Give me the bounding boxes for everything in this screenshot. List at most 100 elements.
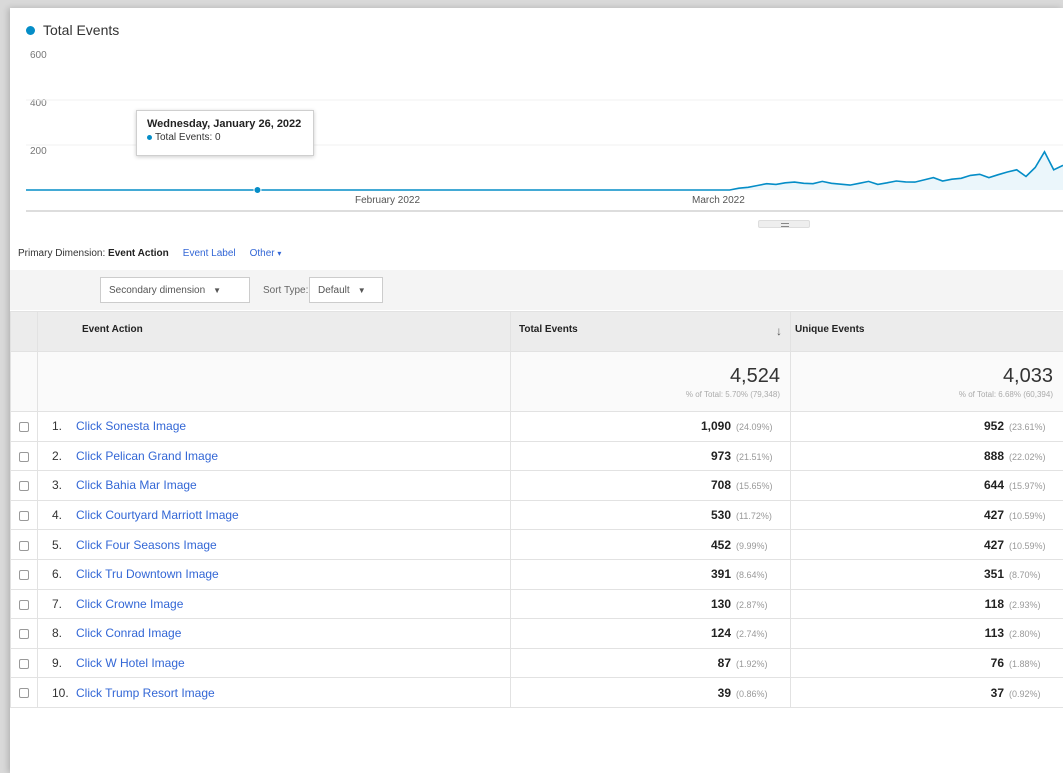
event-action-cell: 5. Click Four Seasons Image	[37, 529, 511, 560]
row-checkbox[interactable]	[19, 629, 29, 640]
column-header-total-events[interactable]: Total Events ↓	[510, 311, 791, 352]
series-area	[26, 151, 1063, 190]
unique-events-cell: 952 (23.61%)	[790, 411, 1063, 442]
total-events-cell: 391 (8.64%)	[510, 558, 791, 590]
column-header-unique-events[interactable]: Unique Events	[790, 311, 1063, 352]
unique-events-cell: 351 (8.70%)	[790, 558, 1063, 590]
table-row: 8. Click Conrad Image 124 (2.74%) 113 (2.80%)	[10, 618, 1063, 649]
sort-type-label: Sort Type:	[263, 285, 309, 296]
total-events-cell: 130 (2.87%)	[510, 588, 791, 620]
column-header-event-action[interactable]: Event Action	[37, 311, 511, 352]
dimension-event-action[interactable]: Event Action	[108, 248, 169, 259]
primary-dimension-bar: Primary Dimension: Event Action Event La…	[18, 248, 281, 259]
total-events-cell: 530 (11.72%)	[510, 499, 791, 531]
unique-events-value: 118	[984, 596, 1004, 611]
x-tick-label: February 2022	[355, 195, 421, 206]
total-events-cell: 973 (21.51%)	[510, 440, 791, 472]
unique-events-percent: (2.80%)	[1009, 629, 1041, 640]
row-checkbox[interactable]	[19, 510, 29, 521]
event-action-cell: 8. Click Conrad Image	[37, 618, 511, 649]
row-checkbox-cell[interactable]	[10, 529, 38, 560]
unique-events-cell: 118 (2.93%)	[790, 588, 1063, 620]
row-checkbox-cell[interactable]	[10, 558, 38, 590]
row-checkbox[interactable]	[19, 570, 29, 581]
row-checkbox-cell[interactable]	[10, 499, 38, 531]
unique-events-value: 427	[983, 537, 1004, 552]
row-rank: 2.	[52, 448, 63, 463]
unique-events-value: 351	[983, 567, 1004, 582]
row-checkbox[interactable]	[19, 540, 29, 551]
event-action-link[interactable]: Click Four Seasons Image	[76, 538, 217, 552]
unique-events-percent: (10.59%)	[1009, 540, 1046, 551]
row-rank: 5.	[52, 537, 63, 552]
report-page: Total Events 600 400 200 February 2022 M…	[10, 8, 1063, 773]
row-checkbox-cell[interactable]	[10, 440, 38, 472]
secondary-dimension-dropdown[interactable]: Secondary dimension ▼	[100, 277, 250, 303]
unique-events-percent: (23.61%)	[1009, 422, 1046, 433]
total-events-summary: 4,524 % of Total: 5.70% (79,348)	[510, 351, 791, 412]
total-events-cell: 708 (15.65%)	[510, 470, 791, 501]
row-checkbox[interactable]	[19, 422, 29, 433]
unique-events-percent: (8.70%)	[1009, 570, 1041, 581]
event-action-link[interactable]: Click Pelican Grand Image	[76, 449, 218, 463]
sort-type-dropdown[interactable]: Default ▼	[309, 277, 383, 303]
timeline-chart: Total Events 600 400 200 February 2022 M…	[10, 8, 1063, 258]
tooltip-value: Total Events: 0	[155, 132, 221, 143]
event-action-link[interactable]: Click Conrad Image	[76, 626, 181, 640]
total-events-percent: (8.64%)	[736, 570, 768, 581]
event-action-link[interactable]: Click Courtyard Marriott Image	[76, 508, 239, 522]
row-checkbox[interactable]	[19, 599, 29, 610]
row-checkbox[interactable]	[19, 481, 29, 492]
total-events-cell: 1,090 (24.09%)	[510, 411, 791, 442]
row-checkbox-cell[interactable]	[10, 618, 38, 649]
unique-events-cell: 113 (2.80%)	[790, 618, 1063, 649]
unique-events-percent: (2.93%)	[1009, 599, 1041, 610]
chart-resize-handle[interactable]	[758, 220, 810, 228]
unique-events-percent: (0.92%)	[1009, 688, 1041, 699]
select-all-cell[interactable]	[10, 311, 38, 352]
total-events-cell: 452 (9.99%)	[510, 529, 791, 560]
total-events-value: 973	[710, 448, 731, 463]
total-events-value: 708	[710, 478, 731, 493]
row-rank: 8.	[52, 626, 63, 641]
unique-events-sum: 4,033	[1002, 364, 1053, 387]
row-checkbox-cell[interactable]	[10, 470, 38, 501]
event-action-link[interactable]: Click Trump Resort Image	[76, 686, 215, 700]
row-checkbox[interactable]	[19, 451, 29, 462]
unique-events-value: 37	[990, 685, 1004, 700]
row-rank: 4.	[52, 508, 63, 523]
event-action-cell: 10. Click Trump Resort Image	[37, 677, 511, 708]
total-events-percent: (2.74%)	[736, 629, 768, 640]
unique-events-cell: 37 (0.92%)	[790, 677, 1063, 708]
unique-events-cell: 888 (22.02%)	[790, 440, 1063, 472]
row-checkbox-cell[interactable]	[10, 588, 38, 620]
unique-events-cell: 644 (15.97%)	[790, 470, 1063, 501]
row-rank: 6.	[52, 567, 63, 582]
row-checkbox[interactable]	[19, 688, 29, 699]
dimension-event-label[interactable]: Event Label	[183, 248, 236, 259]
event-action-link[interactable]: Click Bahia Mar Image	[76, 478, 197, 492]
total-events-value: 130	[710, 596, 731, 611]
row-checkbox-cell[interactable]	[10, 647, 38, 679]
event-action-link[interactable]: Click W Hotel Image	[76, 656, 185, 670]
table-controls: Secondary dimension ▼ Sort Type: Default…	[10, 270, 1063, 310]
event-action-link[interactable]: Click Crowne Image	[76, 597, 183, 611]
event-action-link[interactable]: Click Tru Downtown Image	[76, 567, 219, 581]
row-rank: 3.	[52, 478, 63, 493]
event-action-link[interactable]: Click Sonesta Image	[76, 419, 186, 433]
unique-events-percent: (22.02%)	[1009, 451, 1046, 462]
table-row: 7. Click Crowne Image 130 (2.87%) 118 (2.93%)	[10, 588, 1063, 620]
total-events-percent: (1.92%)	[736, 659, 768, 670]
unique-events-percent: (10.59%)	[1009, 511, 1046, 522]
row-checkbox-cell[interactable]	[10, 411, 38, 442]
total-events-cell: 39 (0.86%)	[510, 677, 791, 708]
event-action-cell: 1. Click Sonesta Image	[37, 411, 511, 442]
row-checkbox[interactable]	[19, 658, 29, 669]
unique-events-summary: 4,033 % of Total: 6.68% (60,394)	[790, 351, 1063, 412]
dimension-other-dropdown[interactable]: Other ▾	[250, 248, 282, 259]
unique-events-percent: (1.88%)	[1009, 659, 1041, 670]
row-checkbox-cell[interactable]	[10, 677, 38, 708]
events-table: Event Action Total Events ↓ Unique Event…	[10, 311, 1063, 708]
chevron-down-icon: ▼	[213, 285, 222, 295]
table-row: 10. Click Trump Resort Image 39 (0.86%) 37 (0…	[10, 677, 1063, 708]
